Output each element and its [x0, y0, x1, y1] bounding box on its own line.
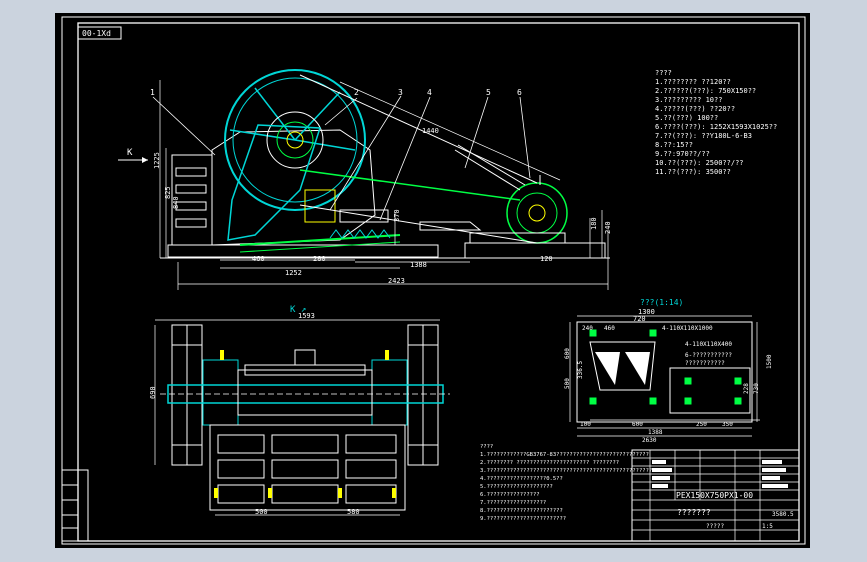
dim-detail-1388: 1388 [648, 429, 663, 436]
dim-240: 240 [604, 221, 612, 234]
spec-line: ???? [655, 69, 672, 77]
frame-tag: 00-1Xd [82, 29, 111, 38]
spec-line: 11.??(???): 3500?? [655, 168, 731, 176]
balloon-5: 5 [486, 88, 491, 97]
title-scale: ????? [706, 523, 724, 530]
dim-840: 840 [172, 196, 180, 209]
spec-line: 1.???????? ??120?? [655, 78, 731, 86]
spec-line: 4.?????(???) ??20?? [655, 105, 735, 113]
bolt-spec-2: 4-110X110X400 [685, 341, 732, 348]
dim-detail-500: 500 [564, 378, 571, 389]
bolt-spec-1: 4-110X110X1000 [662, 325, 713, 332]
dim-1225: 1225 [153, 152, 161, 169]
detail-note-2: ??????????? [685, 360, 725, 367]
dim-detail-240: 240 [582, 325, 593, 332]
dim-detail-680: 600 [632, 421, 643, 428]
spec-line: 8.??:15?? [655, 141, 693, 149]
detail-title: ???(1:14) [640, 298, 683, 307]
dim-580: 580 [347, 508, 360, 516]
dim-detail-730: 730 [753, 383, 760, 394]
dim-280: 280 [313, 255, 326, 263]
dim-detail-100: 100 [580, 421, 591, 428]
dim-detail-250: 250 [696, 421, 707, 428]
spec-line: 6.????(???): 1252X1593X1025?? [655, 123, 777, 131]
spec-line: 10.??(???): 2500??/?? [655, 159, 744, 167]
tech-note: 8.??????????????????????? [480, 508, 563, 514]
spec-line: 9.??:970??/?? [655, 150, 710, 158]
tech-note: 9.???????????????????????? [480, 516, 566, 522]
dim-detail-2630: 2630 [642, 437, 657, 444]
balloon-3: 3 [398, 88, 403, 97]
spec-line: 5.??(???) 100?? [655, 114, 718, 122]
dim-1593: 1593 [298, 312, 315, 320]
dim-detail-460: 460 [604, 325, 615, 332]
dim-500: 500 [255, 508, 268, 516]
tech-note: 5.???????????????????? [480, 484, 553, 490]
title-sheet: 1:5 [762, 523, 773, 530]
dim-detail-336: 336.5 [577, 361, 584, 379]
spec-line: 2.??????(???): 750X150?? [655, 87, 756, 95]
dim-detail-350: 350 [722, 421, 733, 428]
tech-note: 1.????????????GB3767-83?????????????????… [480, 452, 649, 458]
title-part-no: PEX150X750PX1-00 [676, 491, 753, 500]
tech-note: 3.??????????????????????????????????????… [480, 468, 652, 474]
dim-1388: 1388 [410, 261, 427, 269]
balloon-1: 1 [150, 88, 155, 97]
dim-460: 460 [252, 255, 265, 263]
dim-detail-228: 228 [743, 383, 750, 394]
dim-690: 690 [149, 386, 157, 399]
tech-note: 6.???????????????? [480, 492, 540, 498]
tech-note: 4.??????????????????0.5?? [480, 476, 563, 482]
detail-note-1: 6-??????????? [685, 352, 732, 359]
dim-370: 370 [393, 209, 401, 222]
tech-note: 2.???????? ?????????????????????? ??????… [480, 460, 619, 466]
title-name: ??????? [677, 508, 711, 517]
balloon-4: 4 [427, 88, 432, 97]
dim-2423: 2423 [388, 277, 405, 285]
dim-180: 180 [590, 217, 598, 230]
cad-drawing-sheet: 00-1Xd 1 2 3 4 5 6 K 1440 1225 825 840 3… [55, 13, 810, 548]
dim-detail-720: 720 [633, 315, 646, 323]
view-arrow-k-label: K [127, 148, 133, 158]
tech-note: ???? [480, 444, 493, 450]
balloon-6: 6 [517, 88, 522, 97]
dim-detail-600: 600 [564, 348, 571, 359]
dim-825: 825 [164, 186, 172, 199]
dim-detail-1500: 1500 [766, 354, 773, 369]
spec-line: 7.??(???): ??Y180L-6-B3 [655, 132, 752, 140]
dim-120: 120 [540, 255, 553, 263]
dim-1440: 1440 [422, 127, 439, 135]
dim-1252: 1252 [285, 269, 302, 277]
spec-line: 3.????????? 10?? [655, 96, 722, 104]
title-mark: 3580.5 [772, 511, 794, 518]
tech-note: 7.?????????????????? [480, 500, 546, 506]
